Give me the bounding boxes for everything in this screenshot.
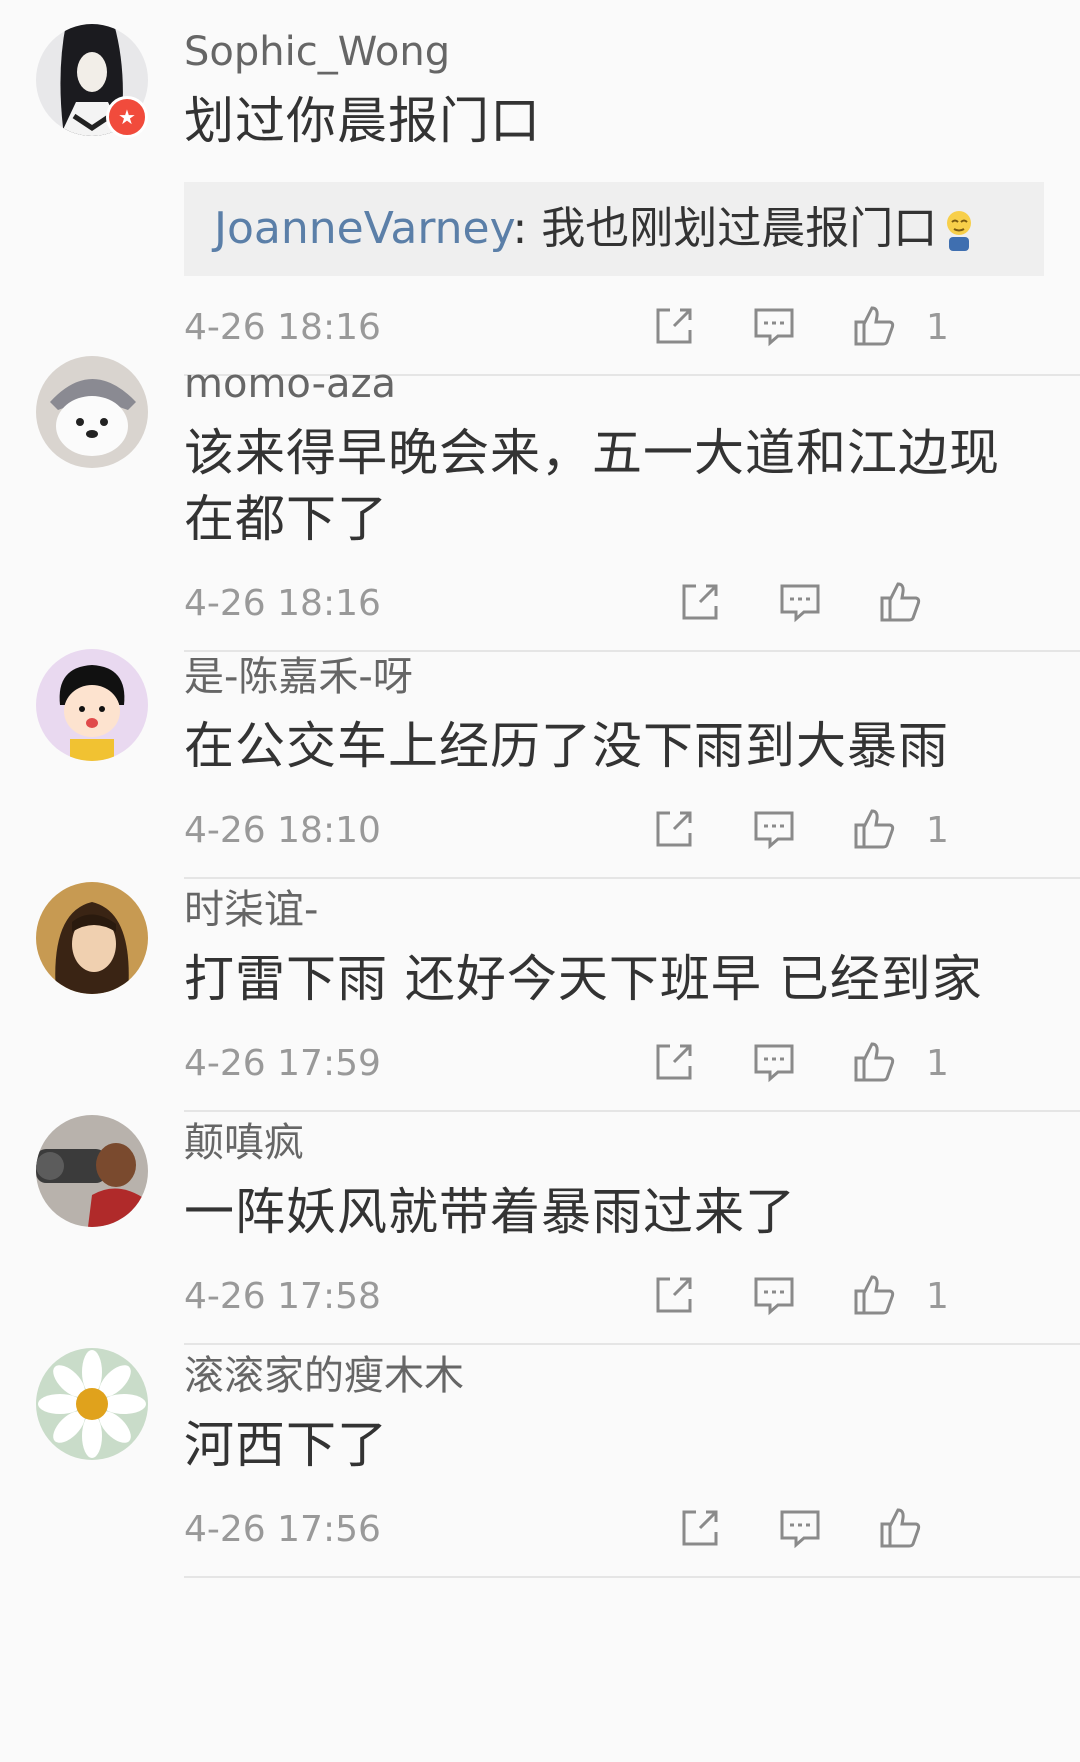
- like-icon[interactable]: [850, 805, 898, 853]
- comment-text: 打雷下雨 还好今天下班早 已经到家: [184, 950, 983, 1008]
- comment-text: 一阵妖风就带着暴雨过来了: [184, 1183, 796, 1241]
- comment-item: 是-陈嘉禾-呀 在公交车上经历了没下雨到大暴雨 4-26 18:10 1: [0, 625, 1080, 879]
- like-count: 1: [926, 810, 949, 851]
- comment-icon[interactable]: [776, 1504, 824, 1552]
- share-icon[interactable]: [650, 805, 698, 853]
- comment-list: ★ Sophic_Wong 划过你晨报门口 JoanneVarney: 我也刚划…: [0, 0, 1080, 1578]
- reply-block[interactable]: JoanneVarney: 我也刚划过晨报门口: [184, 182, 1044, 276]
- like-icon[interactable]: [850, 1038, 898, 1086]
- comment-author[interactable]: 滚滚家的瘦木木: [184, 1324, 1080, 1404]
- comment-icon[interactable]: [750, 1271, 798, 1319]
- comment-item: 颠嗔疯 一阵妖风就带着暴雨过来了 4-26 17:58 1: [0, 1091, 1080, 1345]
- share-icon[interactable]: [676, 1504, 724, 1552]
- like-icon[interactable]: [850, 1271, 898, 1319]
- comment-author[interactable]: 颠嗔疯: [184, 1091, 1080, 1171]
- avatar[interactable]: [36, 356, 148, 468]
- reply-separator: :: [512, 203, 542, 254]
- like-icon[interactable]: [876, 1504, 924, 1552]
- comment-item: momo-aza 该来得早晚会来，五一大道和江边现在都下了 4-26 18:16: [0, 332, 1080, 652]
- comment-text: 该来得早晚会来，五一大道和江边现在都下了: [184, 424, 1000, 548]
- avatar[interactable]: [36, 882, 148, 994]
- share-icon[interactable]: [676, 578, 724, 626]
- comment-icon[interactable]: [750, 1038, 798, 1086]
- comment-author[interactable]: 时柒谊-: [184, 858, 1080, 938]
- comment-item: ★ Sophic_Wong 划过你晨报门口 JoanneVarney: 我也刚划…: [0, 0, 1080, 376]
- avatar[interactable]: [36, 1348, 148, 1460]
- comment-author[interactable]: momo-aza: [184, 332, 1080, 412]
- verified-badge-icon: ★: [106, 96, 148, 138]
- comment-meta: 4-26 17:56: [184, 1484, 1080, 1576]
- comment-icon[interactable]: [776, 578, 824, 626]
- comment-time: 4-26 17:56: [184, 1509, 381, 1550]
- comment-time: 4-26 17:58: [184, 1276, 381, 1317]
- comment-item: 时柒谊- 打雷下雨 还好今天下班早 已经到家 4-26 17:59 1: [0, 858, 1080, 1112]
- avatar[interactable]: [36, 1115, 148, 1227]
- like-icon[interactable]: [876, 578, 924, 626]
- share-icon[interactable]: [650, 1038, 698, 1086]
- like-count: 1: [926, 1276, 949, 1317]
- comment-time: 4-26 18:16: [184, 583, 381, 624]
- comment-time: 4-26 17:59: [184, 1043, 381, 1084]
- reply-author[interactable]: JoanneVarney: [214, 203, 512, 254]
- emoji-icon: [941, 209, 977, 253]
- comment-author[interactable]: Sophic_Wong: [184, 0, 1080, 80]
- comment-author[interactable]: 是-陈嘉禾-呀: [184, 625, 1080, 705]
- avatar[interactable]: [36, 649, 148, 761]
- comment-text: 划过你晨报门口: [184, 92, 541, 150]
- share-icon[interactable]: [650, 1271, 698, 1319]
- comment-icon[interactable]: [750, 805, 798, 853]
- like-count: 1: [926, 1043, 949, 1084]
- comment-item: 滚滚家的瘦木木 河西下了 4-26 17:56: [0, 1324, 1080, 1578]
- comment-text: 河西下了: [184, 1416, 388, 1474]
- reply-text: 我也刚划过晨报门口: [541, 203, 938, 254]
- comment-text: 在公交车上经历了没下雨到大暴雨: [184, 717, 949, 775]
- comment-time: 4-26 18:10: [184, 810, 381, 851]
- divider: [184, 1576, 1080, 1578]
